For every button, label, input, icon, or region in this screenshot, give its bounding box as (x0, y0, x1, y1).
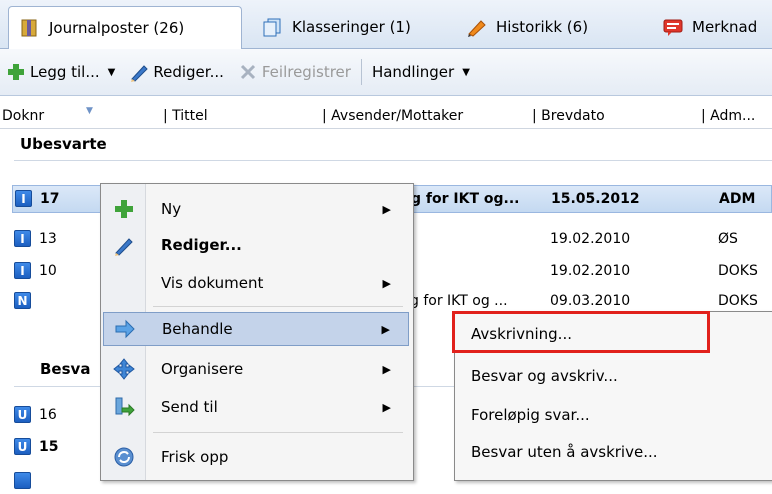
menu-item-label: Vis dokument (161, 274, 264, 292)
note-badge-icon: N (14, 292, 31, 309)
date-cell: 19.02.2010 (550, 263, 631, 279)
menu-separator (153, 306, 403, 307)
tab-historikk[interactable]: Historikk (6) (456, 6, 598, 48)
files-icon (262, 17, 282, 37)
submenu-item-forelopig-svar[interactable]: Foreløpig svar... (471, 406, 590, 424)
doknr-cell: 16 (39, 407, 57, 423)
sort-indicator-icon: ▼ (86, 106, 93, 116)
refresh-icon (113, 446, 135, 468)
add-button[interactable]: Legg til... ▼ (2, 62, 119, 82)
tab-merknad[interactable]: Merknad (652, 6, 767, 48)
chevron-down-icon: ▼ (462, 66, 470, 78)
actions-menu-button[interactable]: Handlinger ▼ (368, 63, 474, 81)
doknr-cell: 17 (40, 191, 60, 207)
menu-item-label: Rediger... (161, 236, 242, 254)
menu-separator (153, 432, 403, 433)
delete-x-icon (238, 62, 258, 82)
group-divider (14, 160, 772, 161)
history-pen-icon (466, 17, 486, 37)
menu-item-ny[interactable]: Ny ▶ (103, 192, 409, 226)
date-cell: 15.05.2012 (551, 191, 640, 207)
column-header-doknr[interactable]: Doknr (2, 108, 44, 124)
group-header-answered[interactable]: Besva (40, 360, 90, 378)
submenu-arrow-icon: ▶ (381, 322, 390, 336)
column-header-date[interactable]: | Brevdato (532, 108, 605, 124)
date-cell: 09.03.2010 (550, 293, 631, 309)
menu-item-send-til[interactable]: Send til ▶ (103, 390, 409, 424)
toolbar-separator (360, 59, 362, 85)
menu-item-label: Ny (161, 200, 182, 218)
chevron-down-icon: ▼ (107, 66, 116, 78)
submenu-item-besvar-og-avskriv[interactable]: Besvar og avskriv... (471, 367, 618, 385)
column-header-row: Doknr ▼ | Tittel | Avsender/Mottaker | B… (0, 106, 772, 129)
tab-label: Historikk (6) (496, 18, 589, 36)
tab-klasseringer[interactable]: Klasseringer (1) (252, 6, 421, 48)
doknr-cell: 15 (39, 439, 59, 455)
title-cell: g for IKT og ... (410, 293, 508, 309)
adm-cell: DOKS (718, 293, 758, 309)
submenu-arrow-icon: ▶ (382, 276, 391, 290)
doknr-cell: 13 (39, 231, 57, 247)
column-header-sender[interactable]: | Avsender/Mottaker (322, 108, 463, 124)
plus-icon (6, 62, 26, 82)
outgoing-badge-icon: U (14, 438, 31, 455)
edit-button[interactable]: Rediger... (125, 62, 228, 82)
column-header-adm[interactable]: | Adm... (701, 108, 755, 124)
doknr-cell: 10 (39, 263, 57, 279)
actions-button-label: Handlinger (371, 63, 455, 81)
menu-item-rediger[interactable]: Rediger... (103, 228, 409, 262)
move-icon (113, 358, 135, 380)
incoming-badge-icon: I (14, 262, 31, 279)
adm-cell: ADM (719, 191, 756, 207)
journal-icon (19, 18, 39, 38)
date-cell: 19.02.2010 (550, 231, 631, 247)
menu-item-frisk-opp[interactable]: Frisk opp (103, 440, 409, 474)
menu-item-label: Send til (161, 398, 218, 416)
outgoing-badge-icon: U (14, 406, 31, 423)
submenu-arrow-icon: ▶ (382, 362, 391, 376)
menu-item-label: Frisk opp (161, 448, 229, 466)
edit-button-label: Rediger... (153, 63, 224, 81)
context-menu: Ny ▶ Rediger... Vis dokument ▶ Behandle … (100, 183, 414, 481)
incoming-badge-icon: I (15, 190, 32, 207)
tab-strip: Journalposter (26) Klasseringer (1) Hist… (0, 0, 772, 49)
plus-icon (113, 198, 135, 220)
incoming-badge-icon: I (14, 230, 31, 247)
tab-label: Merknad (692, 18, 758, 36)
misregister-button[interactable]: Feilregistrer (234, 62, 355, 82)
submenu-arrow-icon: ▶ (382, 400, 391, 414)
submenu-arrow-icon: ▶ (382, 202, 391, 216)
title-cell: g for IKT og... (411, 191, 520, 207)
add-button-label: Legg til... (30, 63, 100, 81)
outgoing-badge-icon (14, 472, 31, 489)
group-header-unanswered[interactable]: Ubesvarte (20, 135, 107, 153)
tab-journalposter[interactable]: Journalposter (26) (8, 6, 242, 49)
tab-label: Journalposter (26) (49, 19, 185, 37)
menu-item-label: Organisere (161, 360, 244, 378)
misregister-button-label: Feilregistrer (261, 63, 351, 81)
menu-item-vis-dokument[interactable]: Vis dokument ▶ (103, 266, 409, 300)
tab-label: Klasseringer (1) (292, 18, 411, 36)
comment-icon (662, 17, 683, 37)
menu-item-organisere[interactable]: Organisere ▶ (103, 352, 409, 386)
send-icon (113, 396, 135, 418)
menu-item-behandle[interactable]: Behandle ▶ (103, 312, 409, 346)
process-icon (114, 318, 136, 340)
adm-cell: DOKS (718, 263, 758, 279)
toolbar: Legg til... ▼ Rediger... Feilregistrer H… (0, 49, 772, 96)
column-header-title[interactable]: | Tittel (163, 108, 208, 124)
menu-item-label: Behandle (162, 320, 233, 338)
highlight-annotation-box (452, 311, 710, 353)
pencil-icon (113, 234, 135, 256)
adm-cell: ØS (718, 231, 738, 247)
submenu-item-besvar-uten-avskrive[interactable]: Besvar uten å avskrive... (471, 443, 658, 461)
pencil-icon (129, 62, 149, 82)
